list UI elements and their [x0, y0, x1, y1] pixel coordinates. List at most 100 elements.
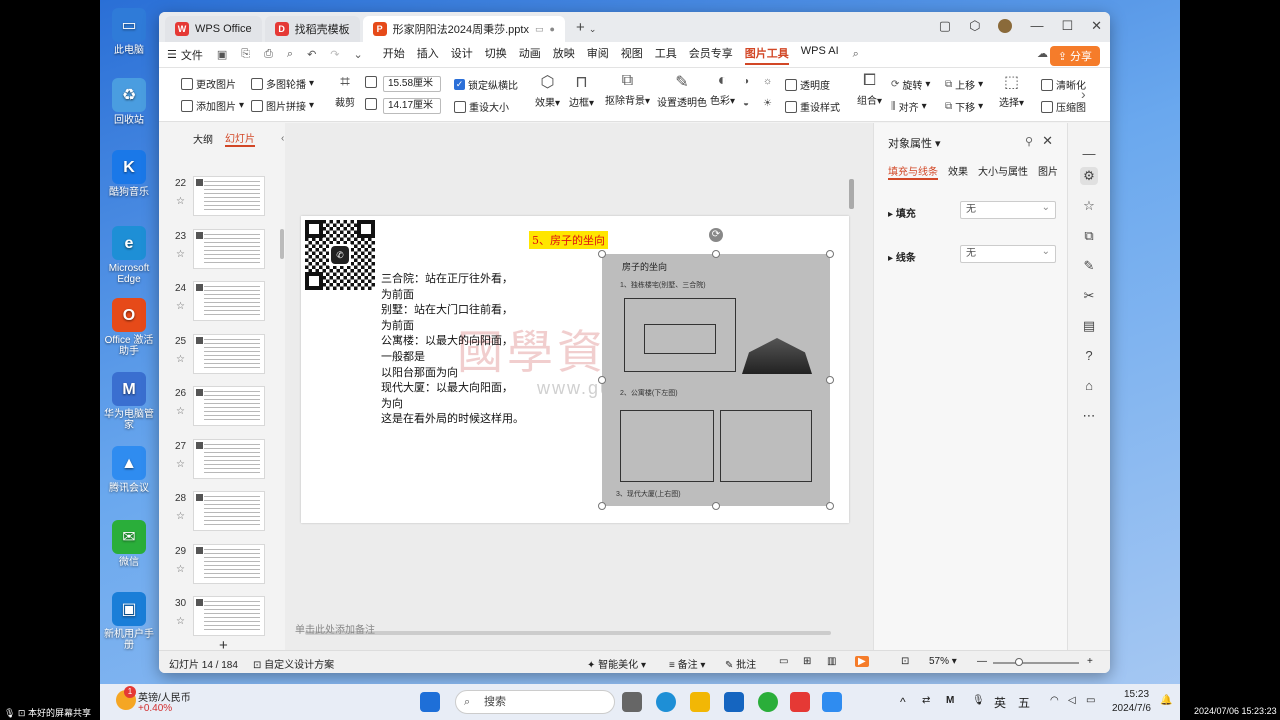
properties-tab[interactable]: 效果	[948, 163, 968, 180]
menu-item[interactable]: 设计	[451, 45, 473, 65]
maximize-button[interactable]: ☐	[1061, 18, 1073, 34]
play-icon[interactable]: ▶	[855, 656, 869, 667]
menu-item[interactable]: 开始	[383, 45, 405, 65]
resize-handle[interactable]	[598, 502, 606, 510]
slide-star-icon[interactable]: ☆	[176, 249, 185, 260]
properties-icon[interactable]: ⚙	[1080, 167, 1098, 185]
properties-tab[interactable]: 填充与线条	[888, 163, 938, 180]
slide-star-icon[interactable]: ☆	[176, 511, 185, 522]
desktop-icon[interactable]: e Microsoft Edge	[100, 226, 158, 285]
move-up-button[interactable]: ⧉ 上移 ▾	[945, 77, 983, 92]
menu-item[interactable]: 工具	[655, 45, 677, 65]
house-orientation-picture[interactable]: 房子的坐向 1、独栋楼宅(别墅、三合院) 2、公寓楼(下左图) 3、现代大厦(上…	[602, 254, 830, 506]
ime-language[interactable]: 英	[994, 694, 1006, 711]
menu-item[interactable]: WPS AI	[801, 45, 839, 65]
brightness-icon[interactable]: ☼	[763, 76, 772, 87]
desktop-icon[interactable]: M 华为电脑管家	[100, 372, 158, 431]
align-button[interactable]: ⫼ 对齐 ▾	[891, 99, 927, 114]
resize-handle[interactable]	[598, 250, 606, 258]
zoom-out-icon[interactable]: —	[977, 656, 987, 667]
menu-item[interactable]: 审阅	[587, 45, 609, 65]
minimize-button[interactable]: —	[1030, 18, 1043, 34]
properties-tab[interactable]: 大小与属性	[978, 163, 1028, 180]
volume-icon[interactable]: ◁	[1068, 695, 1076, 706]
tray-settings-icon[interactable]: ⇄	[922, 695, 930, 706]
resize-handle[interactable]	[826, 502, 834, 510]
desktop-icon[interactable]: ▲ 腾讯会议	[100, 446, 158, 494]
menu-item[interactable]: 插入	[417, 45, 439, 65]
export-icon[interactable]: ⎘	[241, 48, 250, 61]
color-button[interactable]: ◐ 色彩▾	[710, 72, 735, 107]
slide-star-icon[interactable]: ☆	[176, 459, 185, 470]
image-edit-icon[interactable]: ✎	[1080, 257, 1098, 275]
contrast-down-icon[interactable]: ◒	[743, 98, 749, 109]
wifi-icon[interactable]: ◠	[1050, 695, 1059, 706]
border-button[interactable]: ⊓ 边框▾	[569, 72, 594, 109]
slide-star-icon[interactable]: ☆	[176, 564, 185, 575]
thumbs-scrollbar[interactable]	[280, 229, 284, 259]
pin-icon[interactable]: ⚲	[1025, 135, 1033, 148]
microphone-icon[interactable]: 🎙	[972, 695, 985, 706]
picture-stitch-button[interactable]: 图片拼接 ▾	[251, 98, 314, 113]
resize-handle[interactable]	[712, 250, 720, 258]
group-button[interactable]: ⧠ 组合▾	[857, 72, 882, 107]
effects-button[interactable]: ⬡ 效果▾	[535, 72, 560, 109]
currency-title[interactable]: 英镑/人民币	[138, 689, 191, 704]
battery-icon[interactable]: ▭	[1086, 695, 1095, 706]
resize-handle[interactable]	[712, 502, 720, 510]
ribbon-scroll-right-icon[interactable]: ›	[1081, 86, 1086, 102]
undo-icon[interactable]: ↶	[307, 48, 316, 61]
desktop-icon[interactable]: ▣ 新机用户手册	[100, 592, 158, 651]
slide-thumbnail[interactable]	[193, 176, 265, 216]
slide-title[interactable]: 5、房子的坐向	[529, 231, 608, 249]
resize-handle[interactable]	[826, 376, 834, 384]
slide-thumbnail[interactable]	[193, 491, 265, 531]
clock-date[interactable]: 2024/7/6	[1112, 703, 1151, 714]
vertical-scrollbar[interactable]	[849, 179, 854, 209]
slide-star-icon[interactable]: ☆	[176, 196, 185, 207]
rotate-handle-icon[interactable]: ⟳	[709, 228, 723, 242]
edge-icon[interactable]	[656, 692, 676, 712]
properties-tab[interactable]: 图片	[1038, 163, 1058, 180]
remove-bg-button[interactable]: ⧉ 抠除背景▾	[605, 72, 650, 107]
slide-thumbnail[interactable]	[193, 543, 265, 584]
tools-icon[interactable]: ✂	[1080, 287, 1098, 305]
clock-time[interactable]: 15:23	[1124, 689, 1149, 700]
box-icon[interactable]: ⬡	[969, 18, 980, 34]
resize-handle[interactable]	[826, 250, 834, 258]
notes-button[interactable]: ≡ 备注 ▾	[669, 656, 705, 671]
copy-icon[interactable]: ⧉	[1080, 227, 1098, 245]
move-down-button[interactable]: ⧉ 下移 ▾	[945, 99, 983, 114]
taskbar-search[interactable]: 搜索	[455, 690, 615, 714]
lock-ratio-checkbox[interactable]: ✓ 锁定纵横比	[454, 77, 518, 92]
menu-item[interactable]: 视图	[621, 45, 643, 65]
desktop-icon[interactable]: K 酷狗音乐	[100, 150, 158, 198]
crop-button[interactable]: ⌗ 裁剪	[335, 72, 355, 109]
tab-dot-icon[interactable]: ●	[550, 24, 555, 34]
brightness-down-icon[interactable]: ☀	[763, 98, 772, 109]
notifications-icon[interactable]: 🔔	[1160, 695, 1172, 706]
wechat-icon[interactable]	[758, 692, 778, 712]
transparency-button[interactable]: 透明度	[785, 77, 830, 92]
tab-slides[interactable]: 幻灯片	[225, 130, 255, 147]
ime-mode[interactable]: 五	[1018, 694, 1030, 711]
windows-start-icon[interactable]	[420, 692, 440, 712]
desktop-icon[interactable]: ✉ 微信	[100, 520, 158, 568]
slide-star-icon[interactable]: ☆	[176, 354, 185, 365]
line-section[interactable]: ▸ 线条	[888, 249, 916, 264]
mail-icon[interactable]	[724, 692, 744, 712]
fit-icon[interactable]: ⊡	[901, 656, 909, 667]
fill-select[interactable]: 无	[960, 200, 1056, 219]
shirt-icon[interactable]: ⌂	[1080, 377, 1098, 395]
zoom-slider[interactable]	[993, 662, 1079, 664]
slide-star-icon[interactable]: ☆	[176, 616, 185, 627]
menu-item[interactable]: 图片工具	[744, 45, 789, 65]
add-picture-button[interactable]: 添加图片 ▾	[181, 98, 244, 113]
zoom-level[interactable]: 57% ▾	[929, 656, 957, 667]
slide[interactable]: ✆ 國學資源網 www.guoxueziyuan.com 5、房子的坐向 三合院…	[301, 216, 849, 523]
close-pane-icon[interactable]: ✕	[1042, 133, 1053, 149]
help-icon[interactable]: ?	[1080, 347, 1098, 365]
tray-overflow-icon[interactable]: ^	[900, 695, 906, 709]
star-icon[interactable]: ☆	[1080, 197, 1098, 215]
slide-thumbnail[interactable]	[193, 386, 265, 426]
